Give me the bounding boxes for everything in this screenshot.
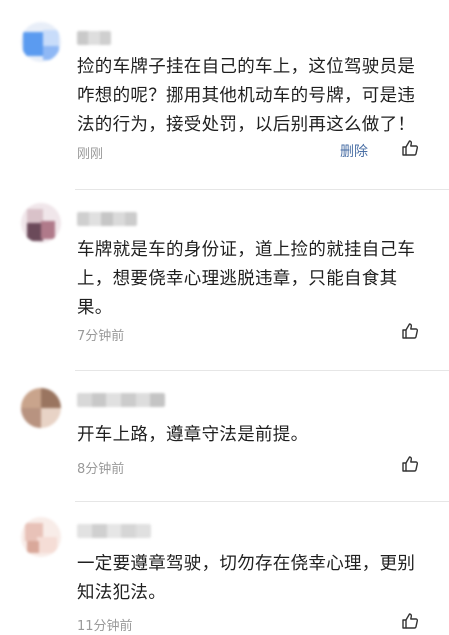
comment-item: 一定要遵章驾驶，切勿存在侥幸心理，更别 知法犯法。 11分钟前	[0, 502, 449, 635]
comment-text-line: 上，想要侥幸心理逃脱违章，只能自食其	[77, 269, 398, 289]
comment-text-line: 车牌就是车的身份证，道上捡的就挂自己车	[77, 240, 416, 260]
comment-time: 8分钟前	[77, 462, 125, 477]
username-blurred[interactable]	[77, 524, 151, 538]
avatar[interactable]	[21, 203, 61, 243]
avatar[interactable]	[21, 22, 61, 62]
avatar-pixel	[23, 32, 45, 56]
comment-text: 捡的车牌子挂在自己的车上，这位驾驶员是 咋想的呢？挪用其他机动车的号牌，可是违 …	[77, 53, 429, 140]
comment-text-line: 法的行为，接受处罚，以后别再这么做了！	[77, 115, 416, 135]
thumbs-up-icon[interactable]	[401, 139, 419, 157]
comment-text: 一定要遵章驾驶，切勿存在侥幸心理，更别 知法犯法。	[77, 550, 429, 608]
comment-text-line: 咋想的呢？挪用其他机动车的号牌，可是违	[77, 86, 416, 106]
comment-item: 捡的车牌子挂在自己的车上，这位驾驶员是 咋想的呢？挪用其他机动车的号牌，可是违 …	[0, 0, 449, 190]
avatar[interactable]	[21, 517, 61, 557]
thumbs-up-icon[interactable]	[401, 612, 419, 630]
thumbs-up-icon[interactable]	[401, 455, 419, 473]
comment-time: 7分钟前	[77, 329, 125, 344]
delete-button[interactable]: 删除	[340, 141, 368, 161]
comment-text-line: 开车上路，遵章守法是前提。	[77, 425, 309, 445]
comment-text: 开车上路，遵章守法是前提。	[77, 421, 429, 450]
avatar-pixel	[43, 46, 59, 60]
comment-text-line: 一定要遵章驾驶，切勿存在侥幸心理，更别	[77, 554, 416, 574]
avatar-pixel	[21, 408, 41, 428]
comment-text-line: 捡的车牌子挂在自己的车上，这位驾驶员是	[77, 57, 416, 77]
username-blurred[interactable]	[77, 212, 137, 226]
avatar-pixel	[37, 537, 57, 553]
username-blurred[interactable]	[77, 393, 165, 407]
comment-time: 刚刚	[77, 147, 104, 162]
username-blurred[interactable]	[77, 31, 111, 45]
thumbs-up-icon[interactable]	[401, 322, 419, 340]
avatar-pixel	[41, 221, 55, 239]
comment-text-line: 知法犯法。	[77, 583, 166, 603]
comment-text: 车牌就是车的身份证，道上捡的就挂自己车 上，想要侥幸心理逃脱违章，只能自食其 果…	[77, 236, 429, 323]
avatar-pixel	[21, 388, 41, 408]
avatar-pixel	[27, 541, 39, 553]
comment-time: 11分钟前	[77, 619, 133, 634]
avatar-pixel	[43, 30, 59, 46]
comment-text-line: 果。	[77, 298, 113, 318]
comment-item: 车牌就是车的身份证，道上捡的就挂自己车 上，想要侥幸心理逃脱违章，只能自食其 果…	[0, 190, 449, 370]
avatar-pixel	[41, 388, 61, 408]
comment-item: 开车上路，遵章守法是前提。 8分钟前	[0, 371, 449, 501]
avatar[interactable]	[21, 388, 61, 428]
